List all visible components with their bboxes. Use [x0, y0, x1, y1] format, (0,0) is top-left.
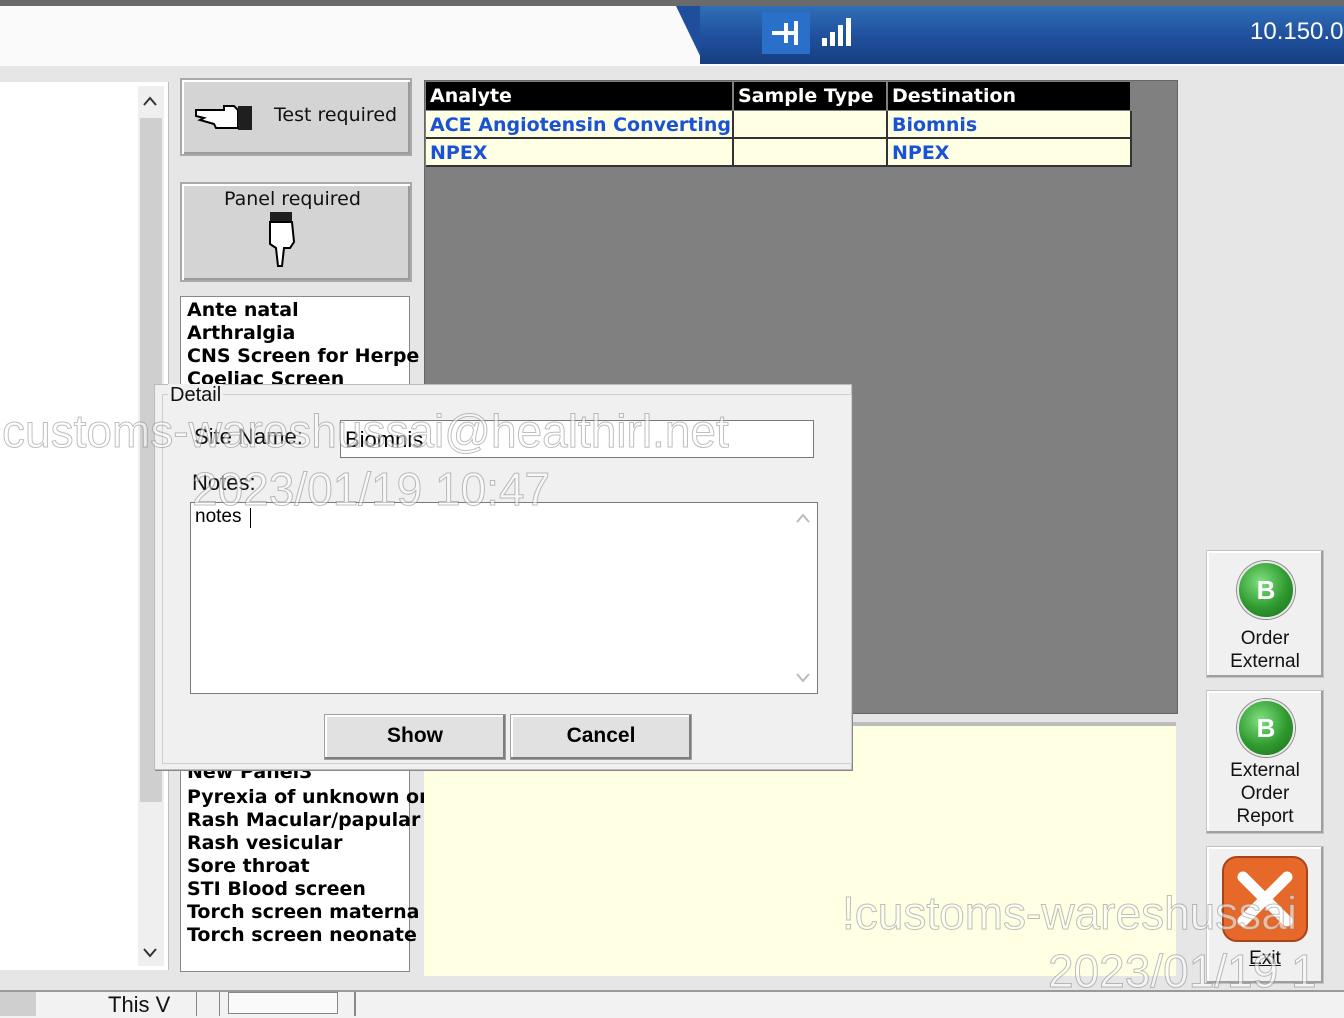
panel-required-label: Panel required: [224, 188, 361, 210]
text-cursor: [250, 508, 251, 528]
table-cell-sample-type[interactable]: [734, 139, 888, 167]
scroll-down-icon[interactable]: [142, 946, 158, 960]
test-required-label: Test required: [274, 104, 398, 126]
signal-strength-icon: [822, 18, 851, 46]
list-item[interactable]: Sore throat: [187, 855, 310, 877]
status-divider: [354, 992, 356, 1016]
list-item[interactable]: Rash vesicular: [187, 832, 343, 854]
b-badge-icon: B: [1237, 561, 1295, 619]
table-cell-analyte[interactable]: NPEX: [426, 139, 734, 167]
order-external-label: Order External: [1230, 628, 1300, 672]
notes-text: notes: [195, 506, 242, 527]
status-separator: [196, 992, 220, 1016]
list-item[interactable]: Torch screen neonate: [187, 924, 417, 946]
list-item[interactable]: Ante natal: [187, 299, 299, 321]
table-cell-analyte[interactable]: ACE Angiotensin Converting I: [426, 111, 734, 139]
list-item[interactable]: Rash Macular/papular: [187, 809, 420, 831]
detail-group-label: Detail: [168, 384, 224, 407]
show-button[interactable]: Show: [324, 714, 506, 760]
site-name-label: Site Name:: [194, 424, 303, 449]
list-item[interactable]: Pyrexia of unknown or: [187, 786, 428, 808]
list-item[interactable]: Arthralgia: [187, 322, 295, 344]
status-text: This V: [108, 992, 171, 1017]
exit-button[interactable]: Exit: [1206, 846, 1324, 984]
pin-button[interactable]: [762, 12, 810, 54]
close-icon: [1222, 856, 1308, 942]
status-field: [228, 992, 338, 1014]
order-external-button[interactable]: B Order External: [1206, 550, 1324, 678]
cancel-button[interactable]: Cancel: [510, 714, 692, 760]
table-cell-destination[interactable]: NPEX: [888, 139, 1132, 167]
table-cell-sample-type[interactable]: [734, 111, 888, 139]
scroll-down-icon[interactable]: [795, 672, 811, 684]
site-name-field[interactable]: Biomnis: [340, 420, 814, 458]
pointing-hand-down-icon: [269, 212, 296, 267]
b-badge-icon: B: [1237, 699, 1295, 757]
connection-address: 10.150.0: [1250, 18, 1344, 45]
scroll-up-icon[interactable]: [795, 512, 811, 524]
scroll-up-icon[interactable]: [142, 94, 158, 108]
pin-icon: [772, 21, 798, 45]
list-item[interactable]: CNS Screen for Herpe: [187, 345, 419, 367]
external-order-report-label: External Order Report: [1230, 760, 1300, 827]
notes-scrollbar[interactable]: [790, 504, 816, 692]
status-segment: [0, 992, 36, 1016]
list-item[interactable]: Torch screen materna: [187, 901, 419, 923]
column-header-sample-type[interactable]: Sample Type: [734, 82, 888, 110]
list-item[interactable]: STI Blood screen: [187, 878, 366, 900]
column-header-analyte[interactable]: Analyte: [426, 82, 734, 110]
table-cell-destination[interactable]: Biomnis: [888, 111, 1132, 139]
notes-label: Notes:: [192, 470, 256, 495]
pointing-hand-right-icon: [195, 105, 252, 130]
external-order-report-button[interactable]: B External Order Report: [1206, 690, 1324, 834]
column-header-destination[interactable]: Destination: [888, 82, 1132, 110]
notes-field[interactable]: [190, 502, 818, 694]
exit-label: Exit: [1249, 948, 1281, 969]
